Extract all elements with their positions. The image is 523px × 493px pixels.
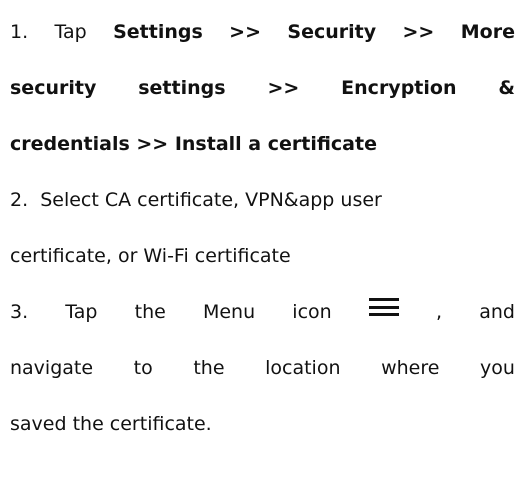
step1-settings: Settings: [113, 21, 203, 43]
step1-credentials: credentials >> Install a certificate: [10, 133, 377, 155]
step1-line3: credentials >> Install a certificate: [10, 130, 515, 158]
step3-number: 3.: [10, 301, 29, 323]
step1-security: Security: [287, 21, 377, 43]
instructions-document: 1. Tap Settings >> Security >> More secu…: [0, 0, 523, 493]
step3-tap: Tap: [65, 301, 98, 323]
step1-line1: 1. Tap Settings >> Security >> More: [10, 18, 515, 46]
step3-the2: the: [193, 357, 225, 379]
step1-security2: security: [10, 77, 97, 99]
step3-you: you: [480, 357, 515, 379]
step3-where: where: [381, 357, 440, 379]
step3-icon-word: icon: [292, 301, 332, 323]
step1-more: More: [460, 21, 515, 43]
step2-text2: certificate, or Wi-Fi certificate: [10, 245, 291, 267]
step3-to: to: [133, 357, 153, 379]
step3-line3: saved the certificate.: [10, 410, 515, 438]
step2-text1: 2. Select CA certificate, VPN&app user: [10, 189, 382, 211]
step1-number: 1.: [10, 21, 29, 43]
step1-settings2: settings: [138, 77, 226, 99]
step1-sep1: >>: [229, 21, 262, 43]
step3-and: and: [479, 301, 515, 323]
step2-line2: certificate, or Wi-Fi certificate: [10, 242, 515, 270]
step1-amp: &: [498, 77, 515, 99]
step3-menu: Menu: [202, 301, 256, 323]
step1-sep2: >>: [402, 21, 435, 43]
step3-navigate: navigate: [10, 357, 94, 379]
step3-the: the: [134, 301, 166, 323]
step3-location: location: [265, 357, 341, 379]
step1-encryption: Encryption: [341, 77, 457, 99]
step1-tap: Tap: [54, 21, 87, 43]
step1-line2: security settings >> Encryption &: [10, 74, 515, 102]
step3-saved: saved the certificate.: [10, 413, 212, 435]
step1-sep3: >>: [267, 77, 300, 99]
menu-icon: [368, 298, 399, 316]
step3-line2: navigate to the location where you: [10, 354, 515, 382]
step3-comma: ,: [436, 301, 443, 323]
step3-line1: 3. Tap the Menu icon , and: [10, 298, 515, 326]
step2-line1: 2. Select CA certificate, VPN&app user: [10, 186, 515, 214]
